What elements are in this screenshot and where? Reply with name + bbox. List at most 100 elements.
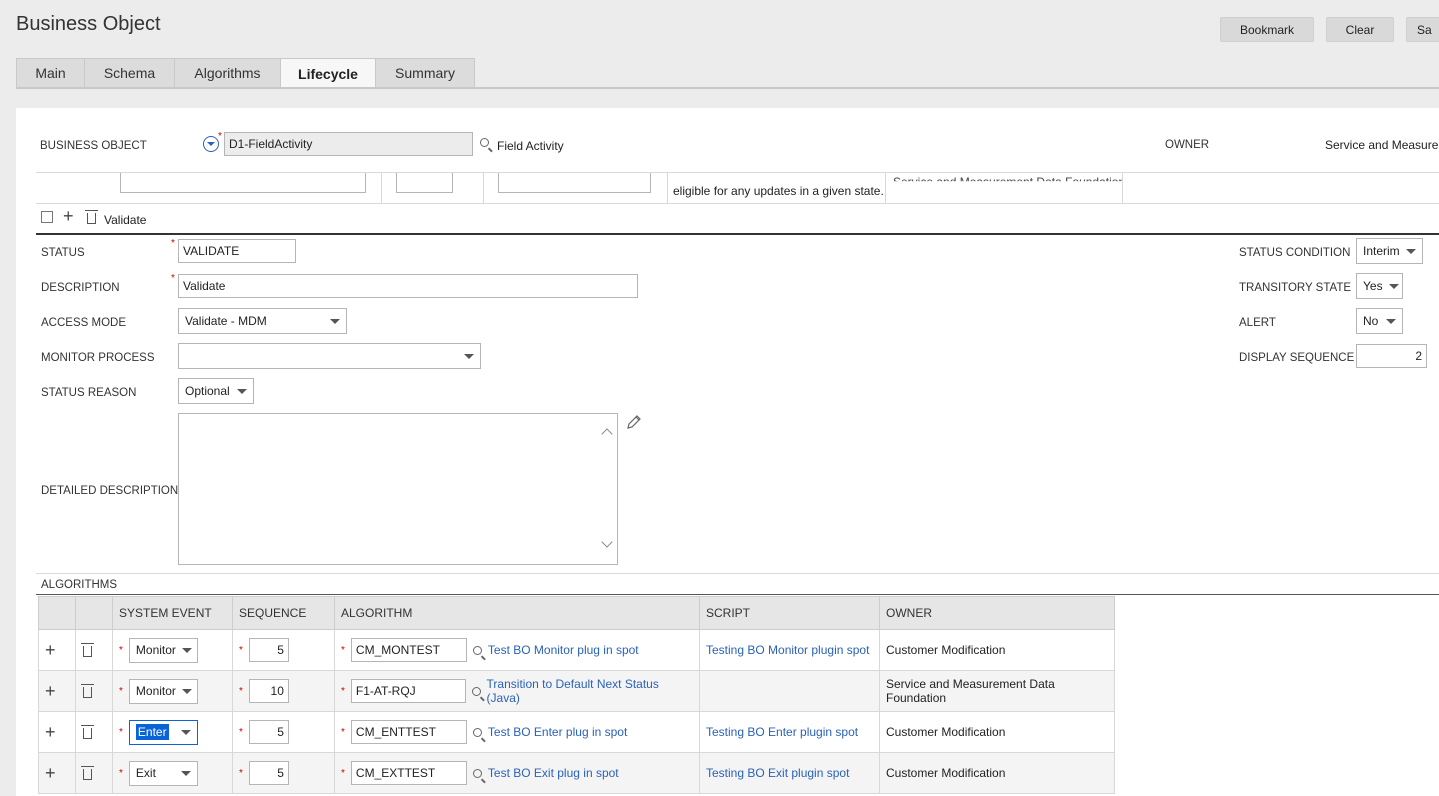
delete-icon[interactable] (81, 766, 94, 780)
status-condition-label: STATUS CONDITION (1239, 247, 1351, 259)
column-header-owner: OWNER (879, 596, 1115, 630)
algorithm-input[interactable]: CM_ENTTEST (350, 720, 467, 744)
sequence-input[interactable]: 5 (248, 761, 289, 785)
table-header: SYSTEM EVENT SEQUENCE ALGORITHM SCRIPT O… (38, 596, 1115, 630)
bo-label: BUSINESS OBJECT (40, 140, 147, 152)
system-event-select[interactable]: Exit (128, 760, 198, 786)
delete-icon[interactable] (81, 684, 94, 698)
prev-desc: eligible for any updates in a given stat… (673, 184, 884, 198)
system-event-select[interactable]: Monitor (128, 678, 198, 704)
add-icon[interactable]: + (63, 207, 74, 225)
tab-main[interactable]: Main (16, 58, 84, 88)
search-icon[interactable] (471, 686, 481, 696)
delete-icon[interactable] (81, 643, 94, 657)
table-row: + * Exit * 5 * CM_EXTTEST Test BO Exit plug … (38, 752, 1115, 794)
status-label: STATUS (41, 247, 85, 259)
bo-input[interactable]: D1-FieldActivity (224, 132, 473, 156)
algorithms-table: SYSTEM EVENT SEQUENCE ALGORITHM SCRIPT O… (38, 596, 1115, 794)
column-header-system-event: SYSTEM EVENT (112, 596, 233, 630)
tab-summary[interactable]: Summary (375, 58, 475, 88)
algorithm-input[interactable]: CM_EXTTEST (350, 761, 467, 785)
table-row: + * Monitor * 10 * F1-AT-RQJ Transition to D… (38, 670, 1115, 712)
bo-description: Field Activity (497, 139, 564, 153)
description-label: DESCRIPTION (41, 282, 120, 294)
tab-schema[interactable]: Schema (84, 58, 174, 88)
status-input[interactable]: VALIDATE (178, 239, 296, 263)
column-header-script: SCRIPT (699, 596, 880, 630)
add-icon[interactable]: + (45, 722, 56, 742)
save-button[interactable]: Sa (1406, 17, 1439, 42)
access-mode-label: ACCESS MODE (41, 317, 126, 329)
chevron-down-icon (181, 647, 192, 653)
clear-button[interactable]: Clear (1326, 17, 1394, 42)
owner-cell: Customer Modification (879, 752, 1115, 794)
detailed-description-label: DETAILED DESCRIPTION (41, 485, 179, 497)
script-link[interactable]: Testing BO Monitor plugin spot (706, 643, 869, 657)
script-link[interactable]: Testing BO Exit plugin spot (706, 766, 849, 780)
table-row: + * Monitor * 5 * CM_MONTEST Test BO Monitor… (38, 629, 1115, 671)
tab-divider (16, 87, 1439, 89)
algorithms-section-label: ALGORITHMS (41, 579, 118, 591)
previous-state-row: eligible for any updates in a given stat… (36, 173, 1123, 203)
required-marker: * (218, 131, 222, 142)
bo-context-icon[interactable] (203, 136, 219, 152)
add-icon[interactable]: + (45, 763, 56, 783)
select-checkbox[interactable] (41, 211, 53, 223)
system-event-select[interactable]: Enter (128, 719, 198, 745)
prev-owner: Service and Measurement Data Foundation (893, 175, 1123, 189)
algorithm-description-link[interactable]: Test BO Exit plug in spot (488, 766, 619, 780)
search-icon[interactable] (472, 645, 482, 655)
search-icon[interactable] (480, 138, 489, 147)
owner-cell: Customer Modification (879, 629, 1115, 671)
column-header-sequence: SEQUENCE (232, 596, 335, 630)
owner-value: Service and Measureme (1325, 138, 1439, 152)
owner-label: OWNER (1165, 139, 1210, 151)
search-icon[interactable] (472, 768, 482, 778)
delete-icon[interactable] (85, 210, 99, 224)
monitor-process-label: MONITOR PROCESS (41, 352, 155, 364)
display-sequence-label: DISPLAY SEQUENCE (1239, 352, 1355, 364)
algorithm-description-link[interactable]: Transition to Default Next Status (Java) (487, 677, 693, 705)
sequence-input[interactable]: 5 (248, 638, 289, 662)
algorithm-input[interactable]: F1-AT-RQJ (350, 679, 466, 703)
status-condition-select[interactable]: Interim (1356, 238, 1423, 264)
pencil-icon[interactable] (626, 414, 642, 430)
add-icon[interactable]: + (45, 681, 56, 701)
chevron-down-icon (1386, 318, 1396, 324)
scroll-down-icon[interactable] (601, 536, 613, 548)
chevron-down-icon (180, 770, 191, 776)
sequence-input[interactable]: 10 (248, 679, 289, 703)
sequence-input[interactable]: 5 (248, 720, 289, 744)
algorithm-description-link[interactable]: Test BO Monitor plug in spot (488, 643, 639, 657)
access-mode-select[interactable]: Validate - MDM (178, 308, 347, 334)
chevron-down-icon (180, 729, 191, 735)
tab-bar: Main Schema Algorithms Lifecycle Summary (16, 58, 475, 88)
delete-icon[interactable] (81, 725, 94, 739)
script-link[interactable]: Testing BO Enter plugin spot (706, 725, 858, 739)
detailed-description-textarea[interactable] (178, 413, 618, 565)
add-icon[interactable]: + (45, 640, 56, 660)
system-event-select[interactable]: Monitor (128, 637, 198, 663)
column-header-algorithm: ALGORITHM (334, 596, 700, 630)
algorithm-description-link[interactable]: Test BO Enter plug in spot (488, 725, 627, 739)
status-reason-select[interactable]: Optional (178, 378, 254, 404)
display-sequence-input[interactable]: 2 (1356, 344, 1427, 368)
scroll-up-icon[interactable] (601, 428, 613, 440)
search-icon[interactable] (472, 727, 482, 737)
chevron-down-icon (1388, 283, 1399, 289)
alert-select[interactable]: No (1356, 308, 1403, 334)
monitor-process-select[interactable] (178, 343, 481, 369)
tab-lifecycle[interactable]: Lifecycle (280, 58, 375, 88)
tab-algorithms[interactable]: Algorithms (174, 58, 280, 88)
bookmark-button[interactable]: Bookmark (1220, 17, 1314, 42)
chevron-down-icon (181, 688, 192, 694)
transitory-state-select[interactable]: Yes (1356, 273, 1403, 299)
prev-input (120, 173, 366, 193)
description-input[interactable]: Validate (178, 274, 638, 298)
algorithm-input[interactable]: CM_MONTEST (350, 638, 467, 662)
chevron-down-icon (1406, 248, 1416, 254)
table-row: + * Enter * 5 * CM_ENTTEST Test BO Enter plu… (38, 711, 1115, 753)
page-title: Business Object (16, 13, 161, 35)
owner-cell: Service and Measurement Data Foundation (879, 670, 1115, 712)
state-name: Validate (104, 213, 147, 227)
